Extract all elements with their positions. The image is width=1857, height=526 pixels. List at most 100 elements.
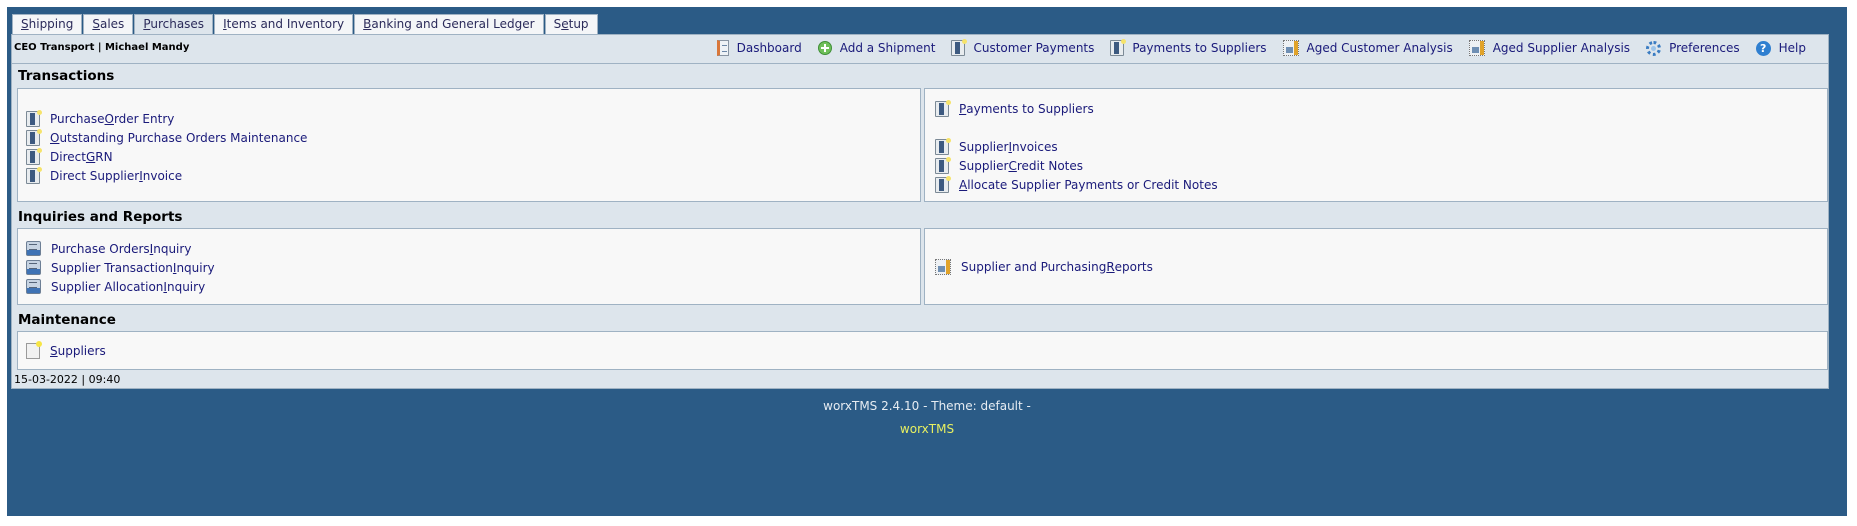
transactions-right-panel: Payments to Suppliers Supplier Invoices … — [924, 88, 1828, 202]
link-supplier-allocation-inquiry[interactable]: Supplier Allocation Inquiry — [26, 279, 205, 294]
quick-link-label: Help — [1778, 41, 1806, 55]
main-content: CEO Transport | Michael Mandy Dashboard … — [11, 34, 1829, 389]
link-suppliers[interactable]: Suppliers — [26, 341, 106, 359]
link-text: Direct Supplier — [50, 169, 140, 183]
quick-link-preferences[interactable]: Preferences — [1646, 40, 1740, 56]
module-tabs: Shipping Sales Purchases Items and Inven… — [12, 14, 599, 36]
quick-link-label: Dashboard — [736, 41, 802, 55]
inquiries-right-panel: Supplier and Purchasing Reports — [924, 228, 1828, 305]
link-accesskey: O — [50, 131, 60, 145]
section-title-inquiries: Inquiries and Reports — [18, 209, 183, 225]
link-text: nvoices — [1012, 140, 1058, 154]
link-text: nquiry — [153, 241, 192, 256]
version-label: worxTMS 2.4.10 - Theme: default - — [823, 399, 1031, 413]
link-text: Purchase — [50, 112, 105, 126]
quick-link-help[interactable]: ? Help — [1755, 40, 1806, 56]
link-text: llocate Supplier Payments or Credit Note… — [967, 178, 1218, 192]
maintenance-panel: Suppliers — [17, 331, 1828, 370]
link-accesskey: R — [1106, 260, 1115, 274]
link-text: Purchase Orders — [51, 241, 150, 256]
link-text: Supplier Allocation — [51, 279, 164, 294]
link-direct-supplier-invoice[interactable]: Direct Supplier Invoice — [26, 167, 183, 184]
report-icon — [935, 259, 951, 275]
tab-label-post: tems and Inventory — [226, 17, 345, 31]
section-title-maintenance: Maintenance — [18, 312, 116, 328]
tab-sales[interactable]: Sales — [83, 14, 134, 35]
link-text: rder Entry — [113, 112, 175, 126]
tab-accesskey: S — [92, 17, 100, 31]
quick-link-label: Customer Payments — [973, 41, 1095, 55]
help-icon: ? — [1755, 40, 1771, 56]
gear-icon — [1646, 40, 1662, 56]
quick-link-payments-to-suppliers[interactable]: Payments to Suppliers — [1110, 39, 1267, 56]
tab-banking-and-general-ledger[interactable]: Banking and General Ledger — [354, 14, 544, 35]
tab-label-post: anking and General Ledger — [371, 17, 535, 31]
tab-items-and-inventory[interactable]: Items and Inventory — [214, 14, 354, 35]
link-text: Direct — [50, 150, 86, 164]
brand-link[interactable]: worxTMS — [7, 422, 1847, 436]
dashboard-icon — [716, 40, 729, 56]
page-icon — [26, 341, 42, 359]
link-allocate-supplier-payments[interactable]: Allocate Supplier Payments or Credit Not… — [935, 176, 1218, 193]
book-icon — [935, 100, 951, 117]
link-outstanding-purchase-orders[interactable]: Outstanding Purchase Orders Maintenance — [26, 129, 308, 146]
link-supplier-purchasing-reports[interactable]: Supplier and Purchasing Reports — [935, 259, 1153, 275]
quick-link-add-shipment[interactable]: Add a Shipment — [817, 41, 936, 55]
section-title-transactions: Transactions — [18, 68, 115, 84]
link-text: redit Notes — [1016, 159, 1084, 173]
quick-link-dashboard[interactable]: Dashboard — [716, 40, 802, 56]
link-text: uppliers — [57, 344, 106, 358]
link-accesskey: O — [104, 112, 114, 126]
book-icon — [935, 157, 951, 174]
inquiries-left-panel: Purchase Orders Inquiry Supplier Transac… — [17, 228, 921, 305]
quick-link-aged-customer-analysis[interactable]: Aged Customer Analysis — [1282, 40, 1453, 56]
book-icon — [935, 138, 951, 155]
inquiry-icon — [26, 241, 41, 256]
link-payments-to-suppliers[interactable]: Payments to Suppliers — [935, 100, 1094, 117]
link-purchase-order-entry[interactable]: Purchase Order Entry — [26, 110, 175, 127]
link-text: RN — [95, 150, 113, 164]
link-accesskey: S — [50, 344, 58, 358]
page-frame: Shipping Sales Purchases Items and Inven… — [7, 7, 1847, 516]
quick-link-label: Aged Customer Analysis — [1306, 41, 1453, 55]
tab-setup[interactable]: Setup — [544, 14, 598, 35]
book-icon — [26, 148, 42, 165]
quick-links: Dashboard Add a Shipment Customer Paymen… — [701, 39, 1806, 56]
tab-label-post: hipping — [28, 17, 74, 31]
tab-purchases[interactable]: Purchases — [134, 14, 214, 36]
link-text: ayments to Suppliers — [966, 102, 1094, 116]
quick-link-aged-supplier-analysis[interactable]: Aged Supplier Analysis — [1468, 40, 1631, 56]
link-accesskey: P — [959, 102, 967, 116]
link-text: eports — [1114, 260, 1153, 274]
add-icon — [817, 41, 832, 55]
tab-accesskey: e — [561, 17, 569, 31]
quick-link-customer-payments[interactable]: Customer Payments — [951, 39, 1095, 56]
link-purchase-orders-inquiry[interactable]: Purchase Orders Inquiry — [26, 241, 191, 256]
transactions-left-panel: Purchase Order Entry Outstanding Purchas… — [17, 88, 921, 202]
link-accesskey: A — [959, 178, 968, 192]
book-icon — [1110, 39, 1127, 56]
tab-label-post: urchases — [150, 17, 205, 31]
quick-link-label: Aged Supplier Analysis — [1492, 41, 1631, 55]
company-user-label: CEO Transport | Michael Mandy — [14, 42, 190, 53]
book-icon — [951, 39, 968, 56]
quick-link-label: Add a Shipment — [839, 41, 936, 55]
quick-link-label: Preferences — [1669, 41, 1740, 55]
tab-label-post: ales — [99, 17, 125, 31]
tab-shipping[interactable]: Shipping — [12, 14, 83, 35]
tab-label-post: tup — [568, 17, 589, 31]
link-direct-grn[interactable]: Direct G RN — [26, 148, 113, 165]
link-text: nquiry — [166, 279, 206, 294]
link-supplier-credit-notes[interactable]: Supplier Credit Notes — [935, 157, 1084, 174]
quick-link-label: Payments to Suppliers — [1132, 41, 1267, 55]
link-text: Supplier and Purchasing — [961, 260, 1107, 274]
link-text: nvoice — [142, 169, 183, 183]
inquiry-icon — [26, 260, 41, 275]
link-supplier-transaction-inquiry[interactable]: Supplier Transaction Inquiry — [26, 260, 215, 275]
report-icon — [1468, 40, 1485, 56]
link-accesskey: G — [85, 150, 96, 164]
tab-accesskey: S — [21, 17, 29, 31]
link-supplier-invoices[interactable]: Supplier Invoices — [935, 138, 1058, 155]
link-text: utstanding Purchase Orders Maintenance — [59, 131, 308, 145]
book-icon — [26, 167, 42, 184]
